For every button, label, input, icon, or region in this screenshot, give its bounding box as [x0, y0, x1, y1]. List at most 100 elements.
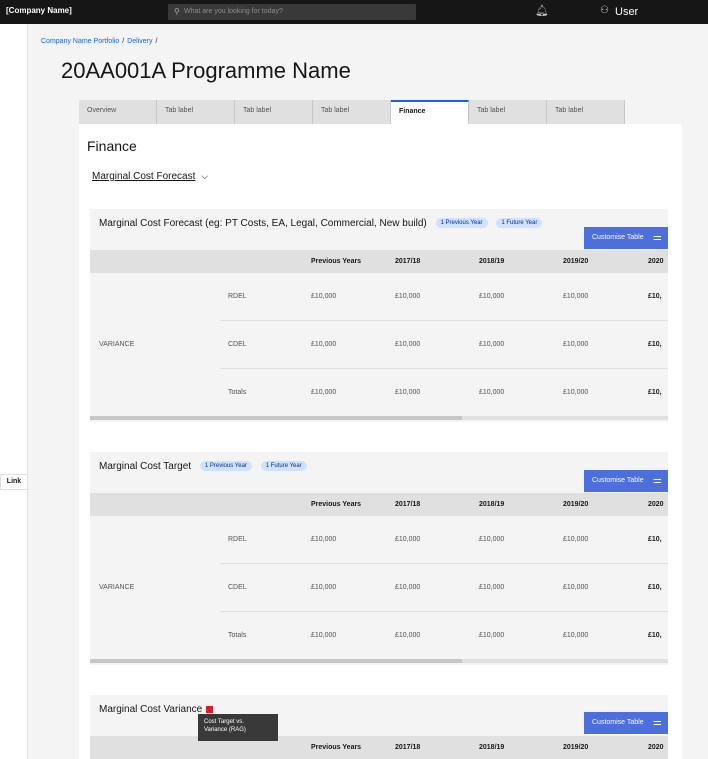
col-2020: 2020 — [648, 744, 664, 751]
col-2020: 2020 — [648, 501, 664, 508]
col-2018-19: 2018/19 — [479, 258, 505, 265]
cell: £10,000 — [311, 341, 337, 348]
future-year-tag[interactable]: 1 Future Year — [260, 461, 307, 472]
forecast-card: Marginal Cost Forecast (eg: PT Costs, EA… — [90, 209, 668, 422]
scrollbar-thumb[interactable] — [90, 416, 462, 420]
cell: £10,000 — [395, 341, 421, 348]
breadcrumb: Company Name Portfolio / Delivery / — [41, 38, 160, 45]
table-row: RDEL £10,000 £10,000 £10,000 £10,000 £10… — [220, 516, 668, 564]
search-input[interactable]: ⚲ What are you looking for today? — [168, 4, 416, 20]
row-label: Totals — [228, 632, 247, 639]
col-2018-19: 2018/19 — [479, 744, 505, 751]
col-2018-19: 2018/19 — [479, 501, 505, 508]
company-brand[interactable]: [Company Name] — [6, 6, 72, 15]
cell: £10, — [648, 632, 662, 639]
cell: £10, — [648, 293, 662, 300]
table-row: Totals £10,000 £10,000 £10,000 £10,000 £… — [220, 612, 668, 660]
tab-label-1[interactable]: Tab label — [157, 100, 235, 124]
card-title: Marginal Cost Variance — [99, 704, 214, 715]
top-header: [Company Name] ⚲ What are you looking fo… — [0, 0, 708, 24]
table-row: CDEL £10,000 £10,000 £10,000 £10,000 £10… — [220, 321, 668, 369]
cell: £10,000 — [395, 584, 421, 591]
tab-label-3[interactable]: Tab label — [313, 100, 391, 124]
col-2020: 2020 — [648, 258, 664, 265]
finance-heading: Finance — [87, 138, 137, 154]
tooltip-line-1: Cost Target vs. — [204, 719, 244, 725]
previous-year-tag[interactable]: 1 Previous Year — [435, 218, 488, 229]
breadcrumb-separator: / — [122, 38, 125, 45]
tab-finance[interactable]: Finance — [391, 100, 469, 124]
table-row: Totals £10,000 £10,000 £10,000 £10,000 £… — [220, 369, 668, 417]
col-2017-18: 2017/18 — [395, 501, 421, 508]
cell: £10,000 — [479, 632, 505, 639]
cell: £10,000 — [395, 293, 421, 300]
table-header: Previous Years 2017/18 2018/19 2019/20 2… — [90, 493, 668, 516]
cell: £10,000 — [311, 389, 337, 396]
table-header: Previous Years 2017/18 2018/19 2019/20 2… — [90, 736, 668, 759]
customise-table-button[interactable]: Customise Table ⚌ — [584, 227, 668, 249]
rail-link[interactable]: Link — [0, 474, 28, 490]
chevron-down-icon: ⌵ — [201, 171, 209, 181]
cell: £10, — [648, 584, 662, 591]
cell: £10,000 — [311, 293, 337, 300]
row-label: RDEL — [228, 293, 247, 300]
customise-table-label: Customise Table — [592, 234, 644, 241]
tab-bar: Overview Tab label Tab label Tab label F… — [79, 100, 625, 124]
card-title: Marginal Cost Target 1 Previous Year 1 F… — [99, 461, 307, 472]
cell: £10,000 — [563, 632, 589, 639]
customise-table-button[interactable]: Customise Table ⚌ — [584, 712, 668, 734]
previous-year-tag[interactable]: 1 Previous Year — [199, 461, 252, 472]
cell: £10, — [648, 389, 662, 396]
sliders-icon: ⚌ — [653, 232, 662, 243]
cell: £10, — [648, 536, 662, 543]
card-title-text: Marginal Cost Forecast (eg: PT Costs, EA… — [99, 218, 427, 229]
cell: £10,000 — [479, 341, 505, 348]
tab-label-5[interactable]: Tab label — [469, 100, 547, 124]
col-2019-20: 2019/20 — [563, 744, 589, 751]
cost-type-dropdown[interactable]: Marginal Cost Forecast ⌵ — [92, 171, 208, 182]
tab-label-2[interactable]: Tab label — [235, 100, 313, 124]
notification-bell-icon[interactable]: 🔔︎ — [535, 4, 549, 17]
col-previous-years: Previous Years — [311, 744, 362, 751]
cell: £10,000 — [563, 389, 589, 396]
cell: £10,000 — [479, 584, 505, 591]
customise-table-button[interactable]: Customise Table ⚌ — [584, 470, 668, 492]
cell: £10,000 — [311, 536, 337, 543]
row-label: CDEL — [228, 341, 247, 348]
scrollbar-thumb[interactable] — [90, 659, 462, 663]
tab-label-6[interactable]: Tab label — [547, 100, 625, 124]
search-placeholder: What are you looking for today? — [184, 8, 283, 15]
dropdown-label: Marginal Cost Forecast — [92, 171, 196, 182]
card-title-text: Marginal Cost Variance — [99, 704, 203, 715]
table-row: CDEL £10,000 £10,000 £10,000 £10,000 £10… — [220, 564, 668, 612]
col-2017-18: 2017/18 — [395, 258, 421, 265]
future-year-tag[interactable]: 1 Future Year — [496, 218, 543, 229]
variance-label: VARIANCE — [99, 584, 135, 591]
search-icon: ⚲ — [174, 7, 180, 16]
user-icon[interactable]: ⚇ — [600, 5, 609, 16]
variance-card: Marginal Cost Variance Customise Table ⚌… — [90, 695, 668, 759]
breadcrumb-delivery[interactable]: Delivery — [127, 38, 152, 45]
cell: £10, — [648, 341, 662, 348]
horizontal-scrollbar[interactable] — [90, 416, 668, 420]
cell: £10,000 — [395, 536, 421, 543]
card-title-text: Marginal Cost Target — [99, 461, 192, 472]
sliders-icon: ⚌ — [653, 717, 662, 728]
tab-overview[interactable]: Overview — [79, 100, 157, 124]
table-row: RDEL £10,000 £10,000 £10,000 £10,000 £10… — [220, 273, 668, 321]
breadcrumb-separator: / — [155, 38, 158, 45]
cell: £10,000 — [479, 389, 505, 396]
breadcrumb-portfolio[interactable]: Company Name Portfolio — [41, 38, 119, 45]
col-2019-20: 2019/20 — [563, 501, 589, 508]
customise-table-label: Customise Table — [592, 719, 644, 726]
rag-status-indicator[interactable] — [206, 705, 214, 713]
col-previous-years: Previous Years — [311, 501, 362, 508]
cell: £10,000 — [311, 584, 337, 591]
cell: £10,000 — [395, 632, 421, 639]
customise-table-label: Customise Table — [592, 477, 644, 484]
cell: £10,000 — [479, 293, 505, 300]
horizontal-scrollbar[interactable] — [90, 659, 668, 663]
user-menu-label[interactable]: User — [615, 6, 638, 18]
rag-tooltip: Cost Target vs. Variance (RAG) — [198, 714, 278, 741]
cell: £10,000 — [395, 389, 421, 396]
